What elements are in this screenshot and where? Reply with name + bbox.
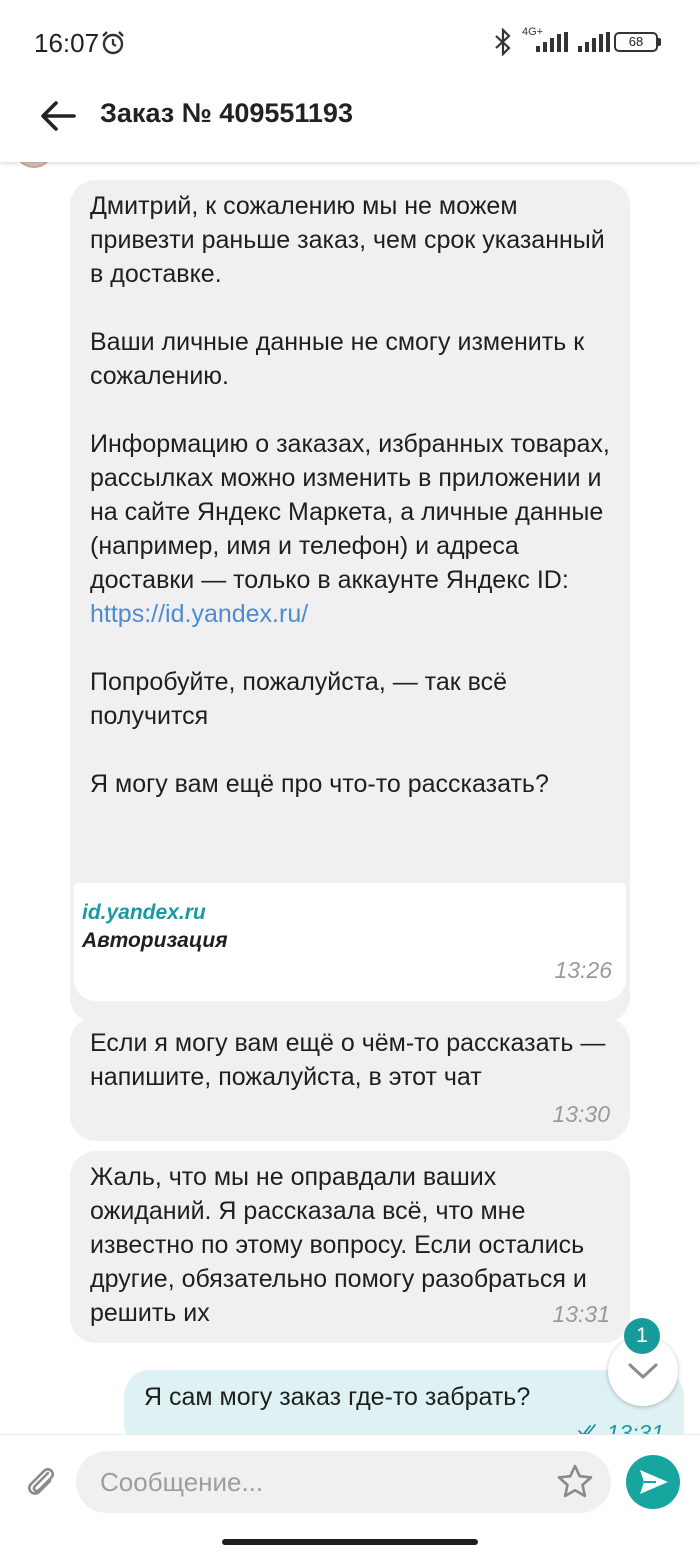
link-preview-title: Авторизация bbox=[82, 929, 228, 952]
chevron-down-icon bbox=[628, 1363, 658, 1379]
message-text: Я сам могу заказ где-то забрать? bbox=[144, 1383, 531, 1411]
app-header: Заказ № 409551193 bbox=[0, 84, 700, 162]
incoming-message: Дмитрий, к сожалению мы не можем привезт… bbox=[70, 180, 630, 1023]
message-text: Если я могу вам ещё о чём-то рассказать … bbox=[90, 1029, 606, 1091]
message-link[interactable]: https://id.yandex.ru/ bbox=[90, 600, 308, 628]
message-composer bbox=[0, 1434, 700, 1556]
signal-icon bbox=[536, 32, 568, 52]
link-preview-card[interactable]: id.yandex.ru Авторизация 13:26 bbox=[74, 883, 626, 1001]
incoming-message: Если я могу вам ещё о чём-то рассказать … bbox=[70, 1017, 630, 1141]
message-time: 13:31 bbox=[552, 1301, 610, 1327]
message-time: 13:31 bbox=[606, 1420, 664, 1434]
star-icon[interactable] bbox=[556, 1463, 594, 1499]
message-text: Ваши личные данные не смогу изменить к с… bbox=[90, 328, 585, 390]
outgoing-message: Я сам могу заказ где-то забрать? 13:31 bbox=[124, 1370, 684, 1434]
message-text: Попробуйте, пожалуйста, — так всё получи… bbox=[90, 668, 508, 730]
battery-tip bbox=[658, 38, 661, 46]
battery-icon: 68 bbox=[614, 32, 658, 52]
incoming-message: Жаль, что мы не оправдали ваших ожиданий… bbox=[70, 1151, 630, 1343]
message-text: Информацию о заказах, избранных товарах,… bbox=[90, 427, 610, 631]
bluetooth-icon bbox=[495, 28, 511, 56]
message-text-part: Информацию о заказах, избранных товарах,… bbox=[90, 430, 610, 594]
message-text: Дмитрий, к сожалению мы не можем привезт… bbox=[90, 192, 605, 288]
avatar bbox=[14, 162, 54, 168]
status-bar: 16:07 4G+ 68 bbox=[0, 0, 700, 84]
chat-message-list[interactable]: Дмитрий, к сожалению мы не можем привезт… bbox=[0, 162, 700, 1434]
arrow-left-icon[interactable] bbox=[38, 98, 78, 134]
message-text: Жаль, что мы не оправдали ваших ожиданий… bbox=[90, 1163, 587, 1327]
status-time: 16:07 bbox=[34, 28, 100, 58]
signal-icon bbox=[578, 32, 610, 52]
link-preview-domain[interactable]: id.yandex.ru bbox=[82, 899, 618, 927]
message-input[interactable] bbox=[76, 1451, 611, 1513]
page-title: Заказ № 409551193 bbox=[100, 98, 353, 128]
send-icon bbox=[640, 1470, 668, 1494]
unread-count-badge: 1 bbox=[624, 1318, 660, 1354]
home-indicator bbox=[222, 1539, 478, 1545]
message-text: Я могу вам ещё про что-то рассказать? bbox=[90, 770, 549, 798]
double-check-icon bbox=[578, 1424, 596, 1434]
message-time: 13:30 bbox=[552, 1101, 610, 1127]
battery-level: 68 bbox=[628, 34, 644, 49]
alarm-icon bbox=[102, 31, 124, 55]
message-time: 13:26 bbox=[554, 957, 612, 983]
paperclip-icon[interactable] bbox=[24, 1463, 58, 1499]
send-button[interactable] bbox=[626, 1455, 680, 1509]
